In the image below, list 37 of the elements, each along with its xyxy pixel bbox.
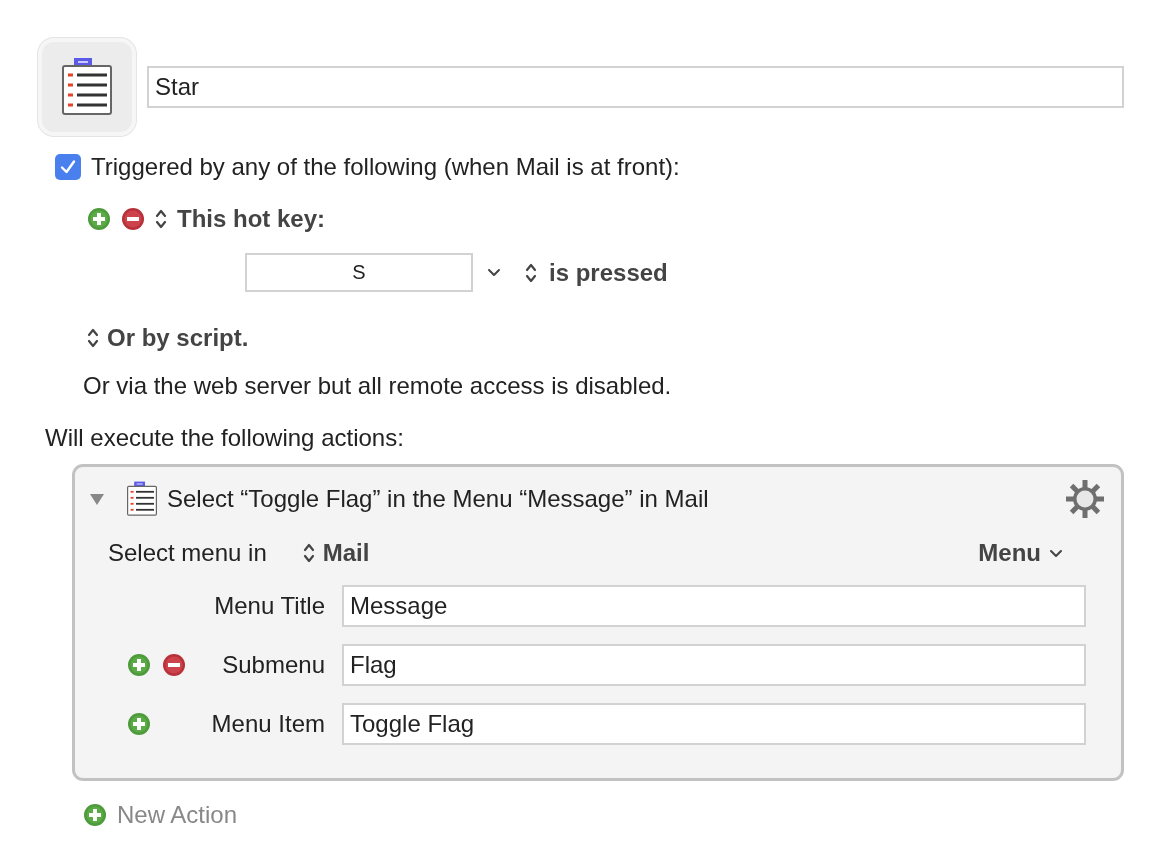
trigger-label: Triggered by any of the following (when Mail is at front): <box>91 153 680 181</box>
add-icon[interactable] <box>83 803 107 827</box>
trigger-checkbox[interactable] <box>55 154 81 180</box>
checkmark-icon <box>59 158 77 176</box>
script-trigger-label[interactable]: Or by script. <box>107 324 249 352</box>
up-down-chevron-icon[interactable] <box>525 261 537 284</box>
macro-name-field[interactable]: Star <box>147 66 1124 108</box>
settings-icon[interactable] <box>1065 479 1105 519</box>
add-icon[interactable] <box>127 653 151 677</box>
actions-heading: Will execute the following actions: <box>45 424 404 452</box>
trigger-type-label[interactable]: This hot key: <box>177 205 326 233</box>
menu-text-field[interactable]: Toggle Flag <box>342 703 1086 745</box>
up-down-chevron-icon[interactable] <box>87 327 99 349</box>
remove-icon[interactable] <box>121 207 145 231</box>
remove-icon[interactable] <box>162 653 186 677</box>
menu-text-field[interactable]: Message <box>342 585 1086 627</box>
field-label: Menu Item <box>210 710 325 738</box>
chevron-down-icon[interactable] <box>487 268 501 277</box>
action-title: Select “Toggle Flag” in the Menu “Message” in Mail <box>167 485 709 513</box>
menu-text-field[interactable]: Flag <box>342 644 1086 686</box>
hot-key-field[interactable]: S <box>245 253 473 292</box>
target-app-label[interactable]: Mail <box>322 539 370 567</box>
key-condition-label[interactable]: is pressed <box>549 258 668 287</box>
menu-button[interactable]: Menu <box>978 539 1063 567</box>
disclosure-triangle-icon[interactable] <box>89 492 105 506</box>
list-document-icon <box>59 57 115 117</box>
up-down-chevron-icon[interactable] <box>155 208 167 230</box>
field-label: Menu Title <box>213 592 325 620</box>
add-icon[interactable] <box>87 207 111 231</box>
add-icon[interactable] <box>127 712 151 736</box>
chevron-down-icon[interactable] <box>1049 548 1063 558</box>
list-document-icon <box>125 481 159 517</box>
target-label: Select menu in <box>108 539 267 567</box>
field-label: Submenu <box>221 651 325 679</box>
new-action-link[interactable]: New Action <box>117 801 238 829</box>
up-down-chevron-icon[interactable] <box>302 542 315 564</box>
web-server-note: Or via the web server but all remote access is disabled. <box>83 372 672 400</box>
